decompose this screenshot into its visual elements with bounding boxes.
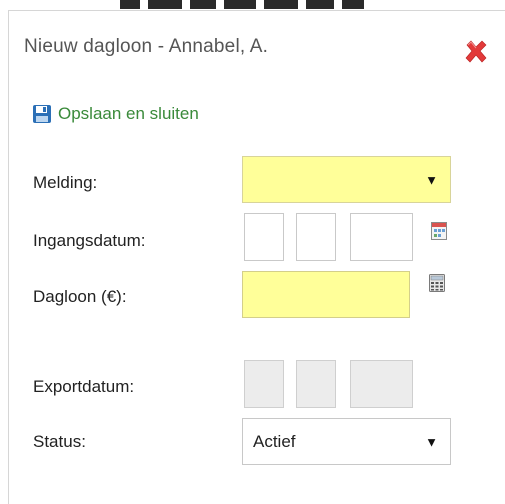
background-text-fragment: [342, 0, 364, 9]
ingangsdatum-year-input[interactable]: [350, 213, 413, 261]
background-text-fragment: [148, 0, 182, 9]
calculator-icon: [429, 274, 445, 292]
save-and-close-button[interactable]: Opslaan en sluiten: [32, 104, 199, 124]
close-button[interactable]: [462, 38, 490, 66]
calculator-button[interactable]: [429, 274, 445, 292]
status-select-value: Actief: [253, 431, 296, 451]
dagloon-input[interactable]: [242, 271, 410, 318]
save-and-close-label: Opslaan en sluiten: [58, 104, 199, 123]
date-picker-button[interactable]: [431, 222, 447, 240]
ingangsdatum-day-input[interactable]: [244, 213, 284, 261]
ingangsdatum-label: Ingangsdatum:: [33, 231, 146, 250]
floppy-disk-icon: [33, 105, 51, 123]
close-icon: [465, 40, 487, 63]
dagloon-label: Dagloon (€):: [33, 287, 127, 306]
exportdatum-label: Exportdatum:: [33, 377, 135, 396]
chevron-down-icon: ▼: [425, 434, 438, 449]
calendar-icon: [431, 222, 447, 240]
ingangsdatum-month-input[interactable]: [296, 213, 336, 261]
melding-label: Melding:: [33, 173, 98, 192]
background-text-fragment: [264, 0, 298, 9]
background-text-fragment: [306, 0, 334, 9]
status-label: Status:: [33, 432, 86, 451]
exportdatum-month-input: [296, 360, 336, 408]
status-select[interactable]: Actief ▼: [242, 418, 451, 465]
melding-select[interactable]: ▼: [242, 156, 451, 203]
exportdatum-day-input: [244, 360, 284, 408]
chevron-down-icon: ▼: [425, 172, 438, 187]
background-text-fragment: [120, 0, 140, 9]
dialog-title: Nieuw dagloon - Annabel, A.: [24, 36, 269, 57]
background-text-fragment: [190, 0, 216, 9]
exportdatum-year-input: [350, 360, 413, 408]
background-text-fragment: [224, 0, 256, 9]
